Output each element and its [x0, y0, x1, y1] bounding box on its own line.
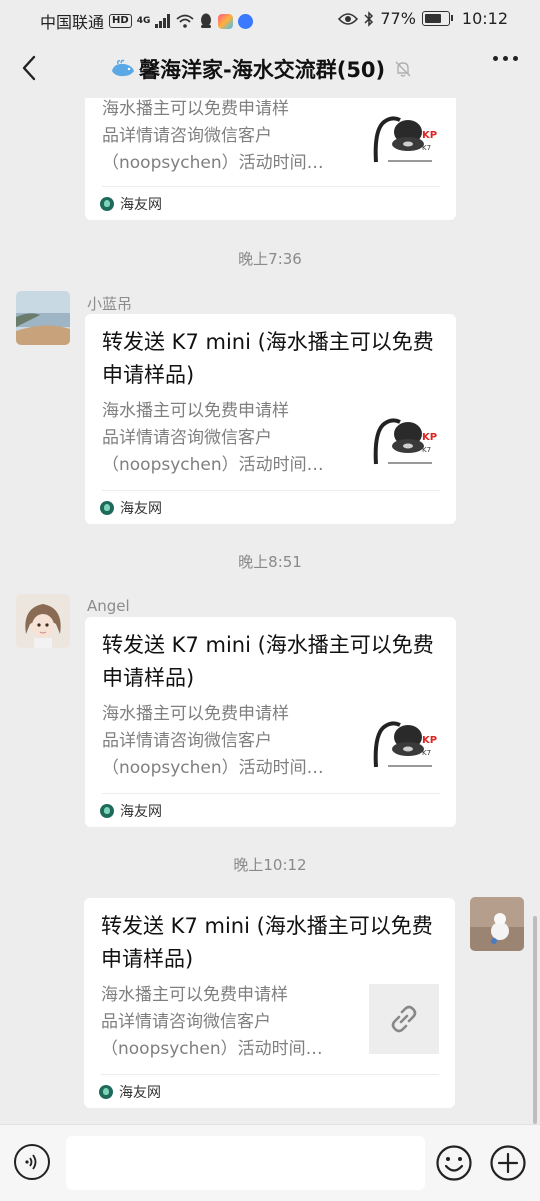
- sender-name: Angel: [87, 597, 130, 615]
- voice-button[interactable]: [14, 1144, 50, 1180]
- site-logo-icon: [100, 501, 114, 515]
- emoji-button[interactable]: [435, 1144, 473, 1182]
- site-logo-icon: [99, 1085, 113, 1099]
- doll-avatar-image: [16, 594, 70, 648]
- app-notification-icon: [218, 13, 234, 29]
- product-thumbnail: KP K7: [370, 705, 440, 775]
- desc-line: （noopsychen）活动时间…: [101, 1039, 323, 1059]
- model-text: K7: [422, 749, 431, 757]
- beach-avatar-image: [16, 291, 70, 345]
- signal-icon: [155, 14, 171, 28]
- brand-text: KP: [422, 432, 437, 443]
- card-source: 海友网: [100, 194, 162, 214]
- desc-line: 海水播主可以免费申请样: [102, 401, 289, 421]
- qq-icon: [201, 13, 212, 28]
- card-description: 海水播主可以免费申请样 品详情请咨询微信客户 （noopsychen）活动时间…: [101, 982, 351, 1063]
- snowman-avatar-image: [470, 897, 524, 951]
- eye-icon: [338, 12, 359, 25]
- timestamp: 晚上7:36: [238, 250, 302, 268]
- sender-name: 小蓝吊: [87, 295, 133, 313]
- chat-title: 馨海洋家-海水交流群(50): [139, 58, 386, 82]
- bluetooth-icon: [364, 10, 374, 27]
- clock: 10:12: [461, 9, 508, 28]
- music-app-icon: [238, 13, 254, 29]
- my-avatar[interactable]: [470, 897, 524, 951]
- chevron-left-icon: [22, 55, 36, 81]
- link-card[interactable]: 海水播主可以免费申请样 品详情请咨询微信客户 （noopsychen）活动时间……: [85, 98, 456, 220]
- site-logo-icon: [100, 197, 114, 211]
- desc-line: 品详情请咨询微信客户: [101, 1012, 271, 1032]
- card-description: 海水播主可以免费申请样 品详情请咨询微信客户 （noopsychen）活动时间…: [102, 98, 352, 177]
- card-source: 海友网: [100, 801, 162, 821]
- message-list[interactable]: 海水播主可以免费申请样 品详情请咨询微信客户 （noopsychen）活动时间……: [0, 98, 540, 1123]
- link-card[interactable]: 转发送 K7 mini (海水播主可以免费申请样品) 海水播主可以免费申请样 品…: [84, 898, 455, 1108]
- card-divider: [102, 186, 440, 187]
- card-title: 转发送 K7 mini (海水播主可以免费申请样品): [102, 633, 434, 690]
- status-right: 77% 10:12: [338, 9, 508, 28]
- battery-percent: 77%: [380, 9, 416, 28]
- message-input[interactable]: [66, 1136, 425, 1190]
- site-logo-icon: [100, 804, 114, 818]
- link-placeholder: [369, 984, 439, 1054]
- avatar[interactable]: [16, 291, 70, 345]
- desc-line: 海水播主可以免费申请样: [102, 99, 289, 119]
- desc-line: 海水播主可以免费申请样: [102, 704, 289, 724]
- bell-off-icon: [395, 61, 411, 77]
- link-icon: [391, 1005, 417, 1033]
- product-thumbnail: KP K7: [370, 100, 440, 170]
- link-card[interactable]: 转发送 K7 mini (海水播主可以免费申请样品) 海水播主可以免费申请样 品…: [85, 314, 456, 524]
- card-divider: [101, 1074, 439, 1075]
- card-title: 转发送 K7 mini (海水播主可以免费申请样品): [102, 330, 434, 387]
- desc-line: （noopsychen）活动时间…: [102, 455, 324, 475]
- battery-icon: [421, 11, 453, 26]
- desc-line: （noopsychen）活动时间…: [102, 153, 324, 173]
- card-description: 海水播主可以免费申请样 品详情请咨询微信客户 （noopsychen）活动时间…: [102, 398, 352, 479]
- timestamp: 晚上8:51: [238, 553, 302, 571]
- wifi-icon: [176, 14, 194, 28]
- network-type: 4G: [136, 16, 151, 26]
- lamp-image: KP K7: [373, 116, 437, 163]
- desc-line: （noopsychen）活动时间…: [102, 758, 324, 778]
- lamp-image: KP K7: [373, 721, 437, 768]
- plus-button[interactable]: [489, 1144, 527, 1182]
- desc-line: 品详情请咨询微信客户: [102, 126, 272, 146]
- desc-line: 品详情请咨询微信客户: [102, 428, 272, 448]
- desc-line: 品详情请咨询微信客户: [102, 731, 272, 751]
- voice-icon: [25, 1154, 37, 1170]
- source-name: 海友网: [120, 804, 162, 820]
- lamp-image: KP K7: [373, 418, 437, 465]
- model-text: K7: [422, 144, 431, 152]
- emoji-icon: [436, 1145, 472, 1181]
- card-divider: [102, 490, 440, 491]
- model-text: K7: [422, 446, 431, 454]
- hd-badge: HD: [109, 14, 132, 28]
- status-left: 中国联通 HD 4G: [40, 9, 254, 33]
- more-dots-icon[interactable]: [493, 56, 518, 61]
- card-divider: [102, 793, 440, 794]
- timestamp: 晚上10:12: [233, 856, 307, 874]
- chat-title-group[interactable]: 馨海洋家-海水交流群(50): [110, 54, 413, 84]
- brand-text: KP: [422, 130, 437, 141]
- card-description: 海水播主可以免费申请样 品详情请咨询微信客户 （noopsychen）活动时间…: [102, 701, 352, 782]
- carrier-label: 中国联通: [40, 13, 105, 32]
- status-bar: 中国联通 HD 4G 77% 10:12: [0, 0, 540, 38]
- avatar[interactable]: [16, 594, 70, 648]
- battery-level: [424, 14, 441, 23]
- chat-header: 馨海洋家-海水交流群(50): [0, 40, 540, 98]
- desc-line: 海水播主可以免费申请样: [101, 985, 288, 1005]
- scrollbar[interactable]: [533, 916, 537, 1124]
- plus-circle-icon: [490, 1145, 526, 1181]
- brand-text: KP: [422, 735, 437, 746]
- source-name: 海友网: [120, 197, 162, 213]
- source-name: 海友网: [120, 501, 162, 517]
- source-name: 海友网: [119, 1085, 161, 1101]
- card-source: 海友网: [99, 1082, 161, 1102]
- link-card[interactable]: 转发送 K7 mini (海水播主可以免费申请样品) 海水播主可以免费申请样 品…: [85, 617, 456, 827]
- card-source: 海友网: [100, 498, 162, 518]
- input-bar: [0, 1124, 540, 1201]
- card-title: 转发送 K7 mini (海水播主可以免费申请样品): [101, 914, 433, 971]
- back-button[interactable]: [14, 53, 44, 83]
- product-thumbnail: KP K7: [370, 402, 440, 472]
- whale-icon: [112, 59, 134, 77]
